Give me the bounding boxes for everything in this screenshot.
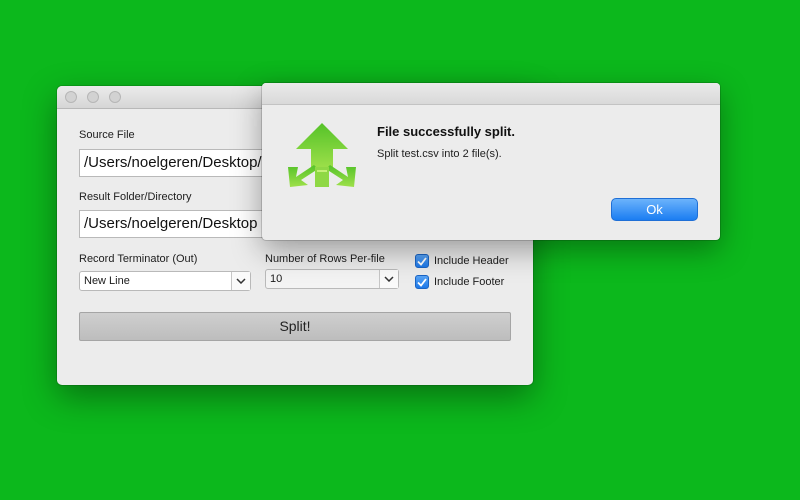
include-header-option[interactable]: Include Header xyxy=(415,254,509,268)
alert-heading: File successfully split. xyxy=(377,124,515,139)
rows-per-file-value: 10 xyxy=(270,273,283,285)
include-footer-option[interactable]: Include Footer xyxy=(415,275,504,289)
alert-dialog: File successfully split. Split test.csv … xyxy=(262,83,720,240)
rows-per-file-label: Number of Rows Per-file xyxy=(265,253,385,265)
split-arrows-icon xyxy=(288,123,356,187)
chevron-down-icon[interactable] xyxy=(231,272,250,290)
rows-per-file-combo[interactable]: 10 xyxy=(265,269,399,289)
record-terminator-label: Record Terminator (Out) xyxy=(79,253,198,265)
ok-button[interactable]: Ok xyxy=(611,198,698,221)
alert-message: Split test.csv into 2 file(s). xyxy=(377,148,502,160)
chevron-down-icon[interactable] xyxy=(379,270,398,288)
source-file-label: Source File xyxy=(79,129,135,141)
include-footer-label: Include Footer xyxy=(434,276,505,288)
record-terminator-select[interactable]: New Line xyxy=(79,271,251,291)
result-folder-label: Result Folder/Directory xyxy=(79,191,192,203)
include-header-label: Include Header xyxy=(434,255,509,267)
include-footer-checkbox[interactable] xyxy=(415,275,429,289)
split-button[interactable]: Split! xyxy=(79,312,511,341)
record-terminator-value: New Line xyxy=(84,275,130,287)
alert-title-bar xyxy=(262,83,720,105)
include-header-checkbox[interactable] xyxy=(415,254,429,268)
